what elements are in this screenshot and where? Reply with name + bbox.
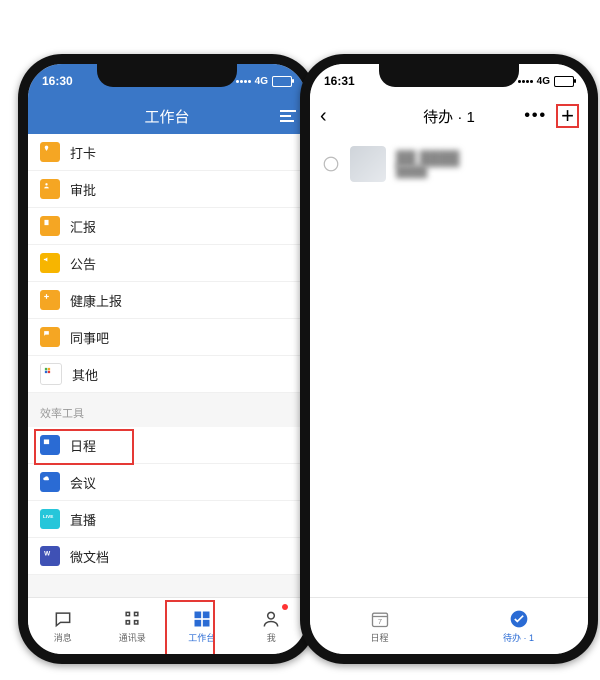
app-row-t1[interactable]: 会议 <box>28 464 306 501</box>
check-circle-icon <box>509 609 529 629</box>
app-label: 汇报 <box>70 217 96 236</box>
status-time: 16:31 <box>324 74 355 88</box>
todo-item[interactable]: ██ ████ ████ <box>310 134 588 194</box>
tab-label: 通讯录 <box>119 631 146 644</box>
app-label: 直播 <box>70 510 96 529</box>
todo-title: ██ ████ <box>396 150 459 166</box>
app-row-t0[interactable]: 日程 <box>28 427 306 464</box>
docs-icon: W <box>40 546 60 566</box>
menu-icon[interactable] <box>280 110 296 122</box>
tab-me[interactable]: 我 <box>237 598 307 654</box>
calendar-icon: 7 <box>370 609 390 629</box>
network-label: 4G <box>537 76 550 87</box>
nav-title: 待办 · 1 <box>364 106 534 127</box>
pin-icon <box>40 142 60 162</box>
back-icon[interactable]: ‹ <box>320 105 327 128</box>
health-icon <box>40 290 60 310</box>
phone-right: 16:31 4G ‹ 待办 · 1 ••• + <box>300 54 598 664</box>
tab-label: 消息 <box>54 631 72 644</box>
app-label: 健康上报 <box>70 291 122 310</box>
tab-contacts[interactable]: 通讯录 <box>98 598 168 654</box>
signal-icon <box>518 80 533 83</box>
tab-label: 我 <box>267 631 276 644</box>
notch <box>97 63 237 87</box>
app-row-a4[interactable]: 健康上报 <box>28 282 306 319</box>
app-label: 打卡 <box>70 143 96 162</box>
app-row-a0[interactable]: 打卡 <box>28 134 306 171</box>
battery-icon <box>554 76 574 87</box>
app-row-a6[interactable]: 其他 <box>28 356 306 393</box>
app-row-a3[interactable]: 公告 <box>28 245 306 282</box>
app-label: 同事吧 <box>70 328 109 347</box>
nav-bar: 工作台 <box>28 98 306 134</box>
person-icon <box>261 609 281 629</box>
app-row-a5[interactable]: 同事吧 <box>28 319 306 356</box>
more-icon[interactable]: ••• <box>524 107 547 125</box>
cloud-icon <box>40 472 60 492</box>
tab-label: 日程 <box>370 631 388 644</box>
tab-todo[interactable]: 待办 · 1 <box>487 598 550 654</box>
app-label: 其他 <box>72 365 98 384</box>
nav-bar: ‹ 待办 · 1 ••• + <box>310 98 588 134</box>
app-label: 会议 <box>70 473 96 492</box>
live-icon: LIVE <box>40 509 60 529</box>
svg-text:W: W <box>44 550 51 557</box>
add-button[interactable]: + <box>557 105 578 127</box>
chat-bubble-icon <box>53 609 73 629</box>
app-label: 微文档 <box>70 547 109 566</box>
network-label: 4G <box>255 76 268 87</box>
app-row-t3[interactable]: W 微文档 <box>28 538 306 575</box>
person-icon <box>40 179 60 199</box>
status-time: 16:30 <box>42 74 73 88</box>
battery-icon <box>272 76 292 87</box>
announce-icon <box>40 253 60 273</box>
nav-title: 工作台 <box>82 106 252 127</box>
app-label: 公告 <box>70 254 96 273</box>
tab-bar: 消息 通讯录 工作台 我 <box>28 597 306 654</box>
svg-text:LIVE: LIVE <box>43 514 53 519</box>
badge-dot <box>282 604 288 610</box>
tab-label: 工作台 <box>188 631 215 644</box>
tab-label: 待办 · 1 <box>503 631 534 644</box>
tab-calendar[interactable]: 7 日程 <box>348 598 411 654</box>
app-label: 日程 <box>70 436 96 455</box>
svg-text:7: 7 <box>377 617 381 626</box>
todo-subtitle: ████ <box>396 166 459 178</box>
tab-workspace[interactable]: 工作台 <box>167 598 237 654</box>
notch <box>379 63 519 87</box>
checkbox-icon[interactable] <box>322 155 340 173</box>
app-row-a2[interactable]: 汇报 <box>28 208 306 245</box>
chat-icon <box>40 327 60 347</box>
app-row-a1[interactable]: 审批 <box>28 171 306 208</box>
grid-icon <box>40 363 62 385</box>
signal-icon <box>236 80 251 83</box>
workspace-icon <box>192 609 212 629</box>
app-row-t2[interactable]: LIVE 直播 <box>28 501 306 538</box>
tab-messages[interactable]: 消息 <box>28 598 98 654</box>
calendar-icon <box>40 435 60 455</box>
contacts-icon <box>122 609 142 629</box>
app-label: 审批 <box>70 180 96 199</box>
report-icon <box>40 216 60 236</box>
avatar <box>350 146 386 182</box>
tab-bar: 7 日程 待办 · 1 <box>310 597 588 654</box>
phone-left: 16:30 4G 工作台 打卡审批汇报公告健康上报同事吧其他 效率工具 日程会议… <box>18 54 316 664</box>
section-title: 效率工具 <box>28 393 306 427</box>
